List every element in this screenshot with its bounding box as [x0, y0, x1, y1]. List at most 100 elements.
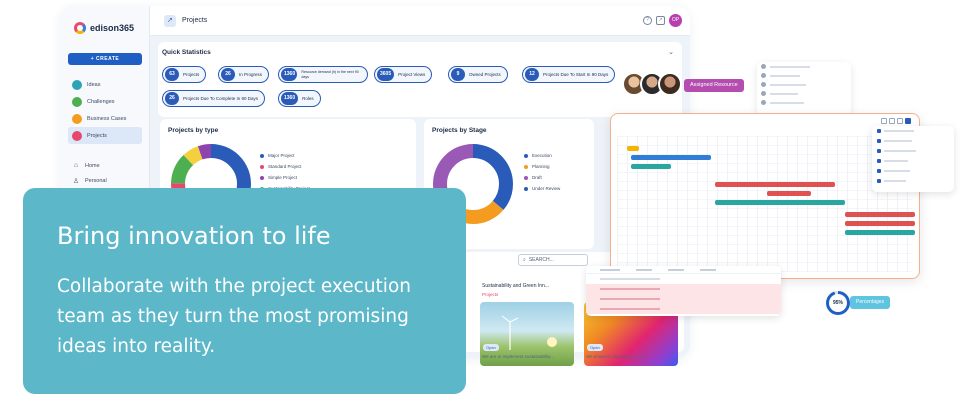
gantt-bar[interactable]: [767, 191, 811, 196]
percentage-gauge: 95%: [826, 291, 850, 315]
list-item[interactable]: [757, 89, 851, 98]
settings-item[interactable]: [872, 136, 954, 146]
gantt-bar[interactable]: [715, 182, 835, 187]
status-badge: Open: [483, 344, 499, 351]
legend-item: Execution: [524, 150, 560, 161]
idea-caption: We propose upgrading our IT...: [586, 354, 648, 359]
search-input[interactable]: ⌕ SEARCH...: [518, 254, 588, 266]
stat-label: Projects: [183, 72, 200, 77]
stat-pill[interactable]: 26 In Progress: [218, 66, 270, 83]
search-icon: ⌕: [523, 257, 526, 263]
settings-item[interactable]: [872, 126, 954, 136]
chevron-down-icon[interactable]: ⌄: [668, 48, 674, 56]
avatar: [658, 72, 682, 96]
logo-icon: [74, 22, 86, 34]
stat-label: Projects Due To Start In 90 Days: [543, 72, 609, 77]
legend-label: Simple Project: [268, 175, 298, 180]
sidebar-item-label: Business Cases: [87, 115, 127, 122]
gantt-settings-panel: [872, 126, 954, 192]
list-item[interactable]: [757, 62, 851, 71]
idea-caption: We are to implement sustainability...: [482, 354, 554, 359]
table-row[interactable]: [586, 294, 781, 304]
trophy-icon: [72, 96, 82, 107]
settings-item[interactable]: [872, 146, 954, 156]
sidebar-item-label: Home: [85, 162, 100, 169]
external-link-icon[interactable]: ↗: [656, 16, 665, 25]
stat-pill[interactable]: 63 Projects: [162, 66, 207, 83]
table-row[interactable]: [586, 304, 781, 314]
stat-pill[interactable]: 12 Projects Due To Start In 90 Days: [522, 66, 616, 83]
view-icon[interactable]: [905, 118, 911, 124]
legend-label: Planning: [532, 164, 550, 169]
sidebar-item-label: Personal: [85, 177, 107, 184]
task-table: [586, 266, 781, 316]
list-item[interactable]: [757, 98, 851, 107]
hero-title: Bring innovation to life: [57, 222, 331, 250]
settings-item[interactable]: [872, 176, 954, 186]
hero-card: Bring innovation to life Collaborate wit…: [23, 188, 466, 394]
home-icon: ⌂: [73, 162, 79, 169]
marketing-banner: edison365 + CREATE Ideas Challenges Busi…: [0, 0, 961, 399]
idea-title: Sustainability and Green Inn...: [482, 283, 549, 289]
list-item[interactable]: [757, 71, 851, 80]
stat-value: 26: [221, 68, 235, 81]
stat-pill[interactable]: 1360 Roles: [278, 90, 321, 107]
header-actions: ? ↗ OP: [643, 14, 682, 27]
legend-label: Major Project: [268, 153, 295, 158]
legend-item: Under Review: [524, 183, 560, 194]
help-icon[interactable]: ?: [643, 16, 652, 25]
team-avatars: [622, 72, 682, 96]
percentage-label: Percentages: [850, 296, 891, 309]
sidebar-item-label: Challenges: [87, 98, 115, 105]
sidebar-secondary-nav: ⌂ Home ♙ Personal: [68, 158, 142, 188]
card-title: Projects by Stage: [432, 127, 487, 134]
sidebar-item-challenges[interactable]: Challenges: [68, 93, 142, 110]
avatar[interactable]: OP: [669, 14, 682, 27]
hero-body: Collaborate with the project execution t…: [57, 276, 411, 357]
list-item[interactable]: [757, 80, 851, 89]
quick-statistics-title: Quick Statistics: [162, 49, 211, 56]
legend-item: Draft: [524, 172, 560, 183]
sidebar-item-home[interactable]: ⌂ Home: [68, 158, 142, 173]
create-button[interactable]: + CREATE: [68, 53, 142, 65]
legend-item: Planning: [524, 161, 560, 172]
stat-label: Projects Due To Complete In 90 Days: [183, 96, 258, 101]
sidebar-item-business-cases[interactable]: Business Cases: [68, 110, 142, 127]
chart-legend: Execution Planning Draft Under Review: [524, 150, 560, 194]
settings-item[interactable]: [872, 156, 954, 166]
sidebar-item-label: Projects: [87, 132, 107, 139]
sidebar-item-personal[interactable]: ♙ Personal: [68, 173, 142, 188]
stat-pill[interactable]: 26 Projects Due To Complete In 90 Days: [162, 90, 265, 107]
stat-value: 1360: [281, 68, 298, 81]
table-row[interactable]: [586, 284, 781, 294]
briefcase-icon: [72, 113, 82, 124]
quick-statistics-panel: Quick Statistics ⌄ 63 Projects 26 In Pro…: [158, 42, 682, 117]
gantt-bar[interactable]: [845, 221, 915, 226]
sidebar-item-projects[interactable]: Projects: [68, 127, 142, 144]
stat-label: Resource demand (h) in the next 90 days: [301, 70, 359, 79]
logo: edison365: [74, 22, 134, 34]
gantt-bar[interactable]: [845, 212, 915, 217]
gantt-bar[interactable]: [715, 200, 845, 205]
stat-label: Owned Projects: [469, 72, 501, 77]
resource-panel: [757, 62, 851, 118]
gantt-bar[interactable]: [631, 155, 711, 160]
lightbulb-icon: [72, 79, 82, 90]
stat-pill[interactable]: 9 Owned Projects: [448, 66, 508, 83]
zoom-out-icon[interactable]: [889, 118, 895, 124]
legend-label: Draft: [532, 175, 542, 180]
legend-item: Standard Project: [260, 161, 310, 172]
filter-icon[interactable]: [897, 118, 903, 124]
table-row[interactable]: [586, 274, 781, 284]
gantt-bar[interactable]: [631, 164, 671, 169]
search-placeholder: SEARCH...: [528, 257, 554, 263]
legend-label: Under Review: [532, 186, 561, 191]
stat-pill[interactable]: 1360 Resource demand (h) in the next 90 …: [278, 66, 368, 83]
page-title: Projects: [182, 17, 208, 24]
gantt-bar[interactable]: [627, 146, 639, 151]
zoom-in-icon[interactable]: [881, 118, 887, 124]
gantt-bar[interactable]: [845, 230, 915, 235]
sidebar-item-ideas[interactable]: Ideas: [68, 76, 142, 93]
stat-pill[interactable]: 3605 Project Views: [374, 66, 433, 83]
settings-item[interactable]: [872, 166, 954, 176]
